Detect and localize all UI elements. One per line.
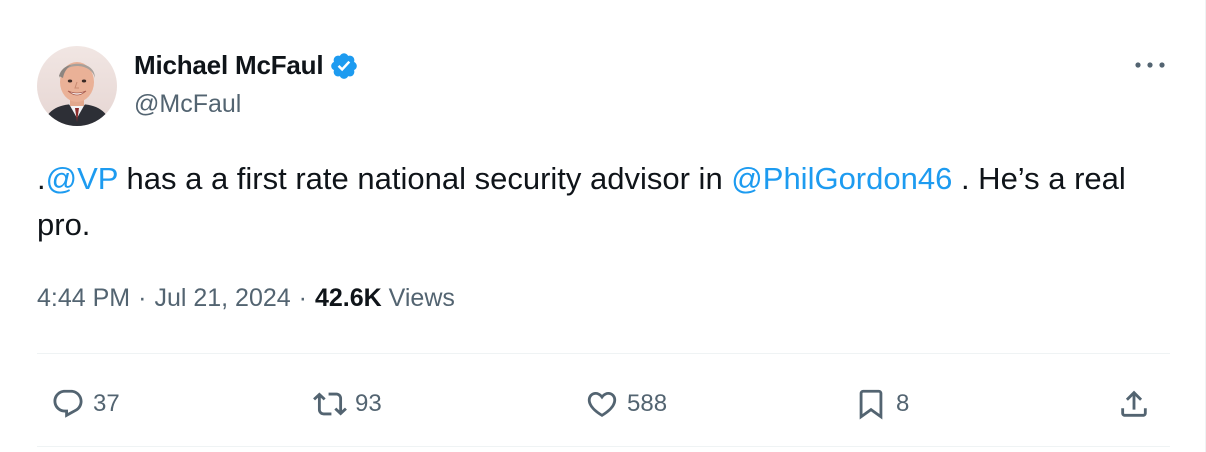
mention-link-vp[interactable]: @VP [46,161,118,196]
repost-icon [313,392,347,416]
bookmark-button[interactable]: 8 [854,376,909,432]
meta-separator: · [298,284,307,312]
views-group[interactable]: 42.6K Views [315,284,455,313]
like-button[interactable]: 588 [585,376,667,432]
author-row: Michael McFaul [134,50,359,81]
divider-top [37,353,1170,354]
reply-count: 37 [93,390,120,417]
tweet-meta: 4:44 PM · Jul 21, 2024 · 42.6K Views [37,284,455,313]
tweet-text: .@VP has a a first rate national securit… [37,156,1167,248]
views-label: Views [388,284,455,312]
repost-count: 93 [355,390,382,417]
share-button[interactable] [1117,376,1151,432]
mention-link-philgordon46[interactable]: @PhilGordon46 [731,161,952,196]
action-bar: 37 93 588 8 [37,376,1170,432]
tweet-time[interactable]: 4:44 PM [37,284,130,313]
like-count: 588 [627,390,668,417]
avatar-image [37,46,117,126]
tweet-card: Michael McFaul @McFaul .@VP has a a firs… [0,0,1206,452]
share-icon [1121,390,1147,417]
bookmark-icon [859,389,883,420]
meta-separator: · [138,284,147,312]
tweet-text-prefix: . [37,161,46,196]
reply-button[interactable]: 37 [51,376,120,432]
views-count: 42.6K [314,284,382,312]
bookmark-count: 8 [896,390,910,417]
repost-button[interactable]: 93 [313,376,382,432]
divider-bottom [37,446,1170,447]
like-icon [587,391,617,417]
more-icon[interactable] [1128,50,1172,80]
author-name[interactable]: Michael McFaul [134,50,324,81]
author-handle[interactable]: @McFaul [134,90,241,119]
tweet-date[interactable]: Jul 21, 2024 [154,284,290,313]
verified-badge-icon[interactable] [329,51,359,81]
avatar[interactable] [37,46,117,126]
reply-icon [53,389,83,418]
tweet-text-middle: has a a first rate national security adv… [117,161,732,196]
